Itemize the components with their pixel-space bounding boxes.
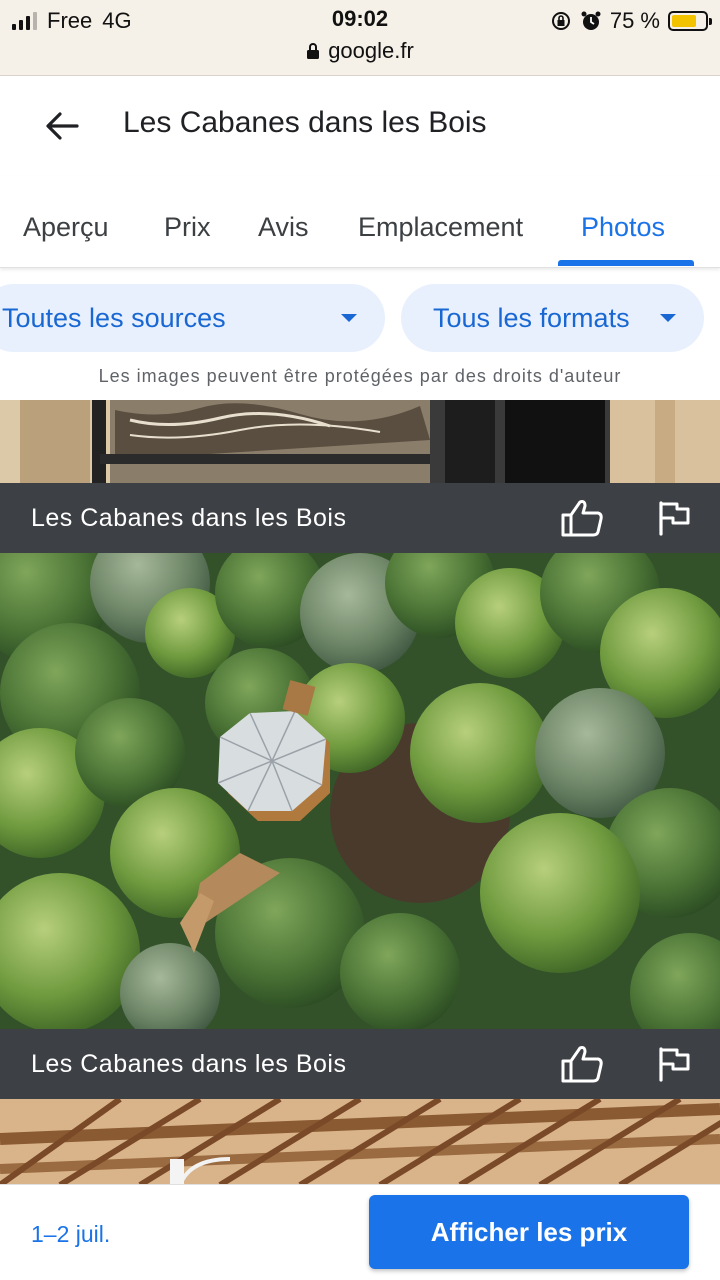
arrow-left-icon — [46, 112, 79, 140]
tab-prices[interactable]: Prix — [164, 212, 211, 243]
app-header: Les Cabanes dans les Bois — [0, 76, 720, 176]
caret-down-icon — [341, 314, 357, 322]
report-button[interactable] — [651, 1041, 697, 1087]
thumbs-up-icon — [561, 1046, 603, 1083]
like-button[interactable] — [559, 495, 605, 541]
url-bar[interactable]: google.fr — [0, 38, 720, 64]
photo-interior[interactable] — [0, 400, 720, 484]
lock-icon — [307, 43, 320, 59]
ceiling-photo-image — [0, 1099, 720, 1185]
like-button[interactable] — [559, 1041, 605, 1087]
page-title: Les Cabanes dans les Bois — [123, 106, 487, 139]
tab-photos[interactable]: Photos — [581, 212, 665, 243]
status-right: 75 % — [550, 8, 712, 34]
photo-caption-bar: Les Cabanes dans les Bois — [0, 1029, 720, 1099]
flag-icon — [659, 1047, 690, 1082]
interior-photo-image — [0, 400, 720, 484]
battery-icon — [668, 11, 712, 31]
tab-overview[interactable]: Aperçu — [23, 212, 109, 243]
alarm-icon — [581, 11, 601, 30]
tab-reviews[interactable]: Avis — [258, 212, 309, 243]
format-filter-dropdown[interactable]: Tous les formats — [401, 284, 704, 352]
photo-caption: Les Cabanes dans les Bois — [31, 503, 347, 532]
forest-photo-image — [0, 553, 720, 1030]
source-filter-dropdown[interactable]: Toutes les sources — [0, 284, 385, 352]
tab-location[interactable]: Emplacement — [358, 212, 523, 243]
photo-caption-bar: Les Cabanes dans les Bois — [0, 483, 720, 553]
rotation-lock-icon — [551, 12, 570, 30]
photo-forest-aerial[interactable] — [0, 553, 720, 1030]
caret-down-icon — [660, 314, 676, 322]
source-filter-label: Toutes les sources — [2, 303, 226, 333]
show-prices-button[interactable]: Afficher les prix — [369, 1195, 689, 1269]
date-range[interactable]: 1–2 juil. — [31, 1221, 110, 1248]
thumbs-up-icon — [561, 500, 603, 537]
flag-icon — [659, 501, 690, 536]
format-filter-label: Tous les formats — [433, 303, 630, 333]
status-bar: Free 4G 09:02 google.fr 75 % — [0, 0, 720, 76]
battery-percent: 75 % — [609, 8, 660, 33]
active-tab-indicator — [558, 260, 694, 266]
copyright-notice: Les images peuvent être protégées par de… — [98, 366, 622, 386]
photo-caption: Les Cabanes dans les Bois — [31, 1049, 347, 1078]
report-button[interactable] — [651, 495, 697, 541]
url-text: google.fr — [328, 38, 414, 63]
tab-bar: Aperçu Prix Avis Emplacement Photos — [0, 176, 720, 268]
booking-bar: 1–2 juil. Afficher les prix — [0, 1184, 720, 1280]
back-button[interactable] — [40, 104, 84, 148]
photo-ceiling[interactable] — [0, 1099, 720, 1185]
